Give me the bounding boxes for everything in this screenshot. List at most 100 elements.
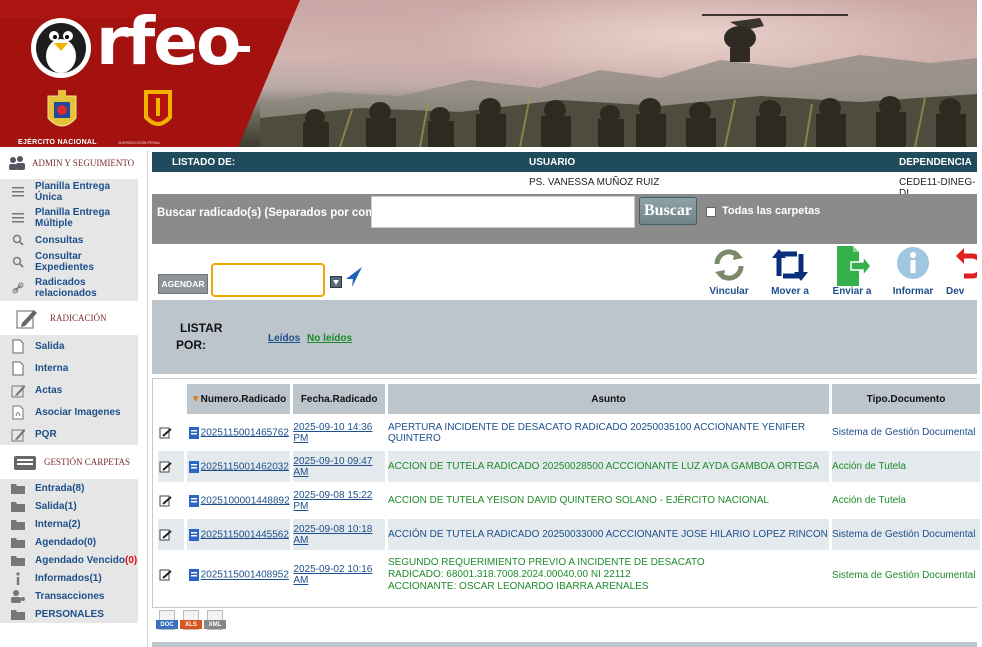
fecha-cell[interactable]: 2025-09-08 15:22 PM: [293, 485, 385, 516]
all-folders-checkbox[interactable]: [706, 207, 716, 217]
link-icon: [11, 281, 25, 295]
enviar-button[interactable]: Enviar a: [822, 244, 882, 300]
tipo-cell: Sistema de Gestión Documental: [832, 417, 980, 448]
fecha-column-header[interactable]: Fecha.Radicado: [293, 384, 385, 414]
sidebar-item-label: Consultar Expedientes: [35, 251, 94, 273]
sidebar-item-agendado[interactable]: Agendado(0): [0, 533, 138, 551]
numero-cell[interactable]: 2025115001445562: [186, 519, 291, 550]
numero-cell[interactable]: 2025115001465762: [186, 417, 291, 448]
sidebar-item-planilla-multiple[interactable]: Planilla Entrega Múltiple: [0, 205, 138, 231]
filter-leidos-link[interactable]: Leídos: [268, 333, 300, 344]
listar-filter-bar: LISTAR POR: Leídos No leídos: [152, 300, 977, 374]
header-banner: rfeo EJÉRCITO NACIONAL JURISDICCIÓN PENA…: [0, 0, 977, 147]
section-radicacion-header[interactable]: RADICACIÓN: [0, 301, 138, 335]
table-row[interactable]: 2025115001465762 2025-09-10 14:36 PM APE…: [158, 417, 980, 448]
numero-cell[interactable]: 2025100001448892: [186, 485, 291, 516]
agendar-button[interactable]: AGENDAR: [158, 274, 208, 294]
row-check-cell[interactable]: [158, 451, 184, 482]
sidebar-item-actas[interactable]: Actas: [0, 379, 138, 401]
sidebar-item-agendado-vencido[interactable]: Agendado Vencido(0): [0, 551, 138, 569]
sidebar-item-interna[interactable]: Interna: [0, 357, 138, 379]
asunto-cell[interactable]: ACCION DE TUTELA RADICADO 20250028500 AC…: [387, 451, 830, 482]
numero-cell[interactable]: 2025115001408952: [186, 553, 291, 597]
sidebar-item-salida-folder[interactable]: Salida(1): [0, 497, 138, 515]
export-doc-label: DOC: [156, 620, 178, 629]
search-button[interactable]: Buscar: [639, 197, 697, 225]
numero-link[interactable]: 2025115001408952: [201, 570, 289, 581]
tipo-column-header[interactable]: Tipo.Documento: [832, 384, 980, 414]
sidebar-item-planilla-unica[interactable]: Planilla Entrega Única: [0, 179, 138, 205]
devolver-button[interactable]: Dev: [938, 244, 977, 300]
asunto-cell[interactable]: APERTURA INCIDENTE DE DESACATO RADICADO …: [387, 417, 830, 448]
sidebar-item-label: Agendado Vencido(0): [35, 555, 137, 566]
sidebar-item-label: Agendado(0): [35, 536, 97, 548]
fecha-link[interactable]: 2025-09-10 14:36 PM: [293, 422, 372, 444]
asunto-cell[interactable]: ACCIÓN DE TUTELA RADICADO 20250033000 AC…: [387, 519, 830, 550]
table-row[interactable]: 2025115001445562 2025-09-08 10:18 AM ACC…: [158, 519, 980, 550]
bottom-strip: [152, 642, 977, 647]
agendado-vencido-label: Agendado Vencido: [35, 554, 126, 566]
export-doc-button[interactable]: DOC: [156, 610, 178, 634]
mover-button[interactable]: Mover a: [760, 244, 820, 300]
info-icon: [897, 247, 929, 279]
sidebar-item-interna-folder[interactable]: Interna(2): [0, 515, 138, 533]
row-check-cell[interactable]: [158, 519, 184, 550]
fecha-cell[interactable]: 2025-09-10 14:36 PM: [293, 417, 385, 448]
sort-down-icon: ▼: [190, 393, 201, 405]
sidebar-item-consultas[interactable]: Consultas: [0, 231, 138, 249]
numero-link[interactable]: 2025115001462032: [201, 461, 289, 472]
asunto-column-header[interactable]: Asunto: [387, 384, 830, 414]
sidebar-item-salida[interactable]: Salida: [0, 335, 138, 357]
section-gestion-header[interactable]: GESTIÓN CARPETAS: [0, 445, 138, 479]
fecha-cell[interactable]: 2025-09-08 10:18 AM: [293, 519, 385, 550]
fecha-link[interactable]: 2025-09-02 10:16 AM: [293, 564, 372, 586]
sidebar-item-informados[interactable]: Informados(1): [0, 569, 138, 587]
section-admin-title: ADMIN Y SEGUIMIENTO: [32, 158, 135, 168]
fecha-link[interactable]: 2025-09-08 15:22 PM: [293, 490, 372, 512]
sidebar-item-pqr[interactable]: PQR: [0, 423, 138, 445]
sidebar-item-entrada[interactable]: Entrada(8): [0, 479, 138, 497]
row-check-cell[interactable]: [158, 417, 184, 448]
sidebar-item-personales[interactable]: PERSONALES: [0, 605, 138, 623]
folder-icon: [11, 517, 25, 531]
fecha-cell[interactable]: 2025-09-10 09:47 AM: [293, 451, 385, 482]
sidebar-item-radicados-relacionados[interactable]: Radicados relacionados: [0, 275, 138, 301]
table-row[interactable]: 2025100001448892 2025-09-08 15:22 PM ACC…: [158, 485, 980, 516]
listing-header-row: LISTADO DE: USUARIO DEPENDENCIA: [152, 152, 977, 172]
send-file-icon: [837, 246, 871, 286]
sidebar-item-transacciones[interactable]: Transacciones: [0, 587, 138, 605]
asunto-cell[interactable]: ACCION DE TUTELA YEISON DAVID QUINTERO S…: [387, 485, 830, 516]
informar-label: Informar: [892, 286, 934, 297]
table-row[interactable]: 2025115001408952 2025-09-02 10:16 AM SEG…: [158, 553, 980, 597]
edit-note-icon: [159, 461, 172, 472]
edit-note-icon: [159, 495, 172, 506]
sidebar-item-asociar-imagenes[interactable]: Asociar Imagenes: [0, 401, 138, 423]
filter-no-leidos-link[interactable]: No leídos: [307, 333, 352, 344]
send-arrow-icon[interactable]: [344, 266, 364, 288]
helicopter-image: [702, 14, 848, 62]
document-icon: [188, 426, 199, 439]
sidebar-item-consultar-expedientes[interactable]: Consultar Expedientes: [0, 249, 138, 275]
export-xls-button[interactable]: XLS: [180, 610, 202, 634]
sidebar-item-label: Planilla Entrega Múltiple: [35, 207, 111, 229]
fecha-link[interactable]: 2025-09-08 10:18 AM: [293, 524, 372, 546]
numero-link[interactable]: 2025115001465762: [201, 427, 289, 438]
row-check-cell[interactable]: [158, 485, 184, 516]
export-xml-button[interactable]: XML: [204, 610, 226, 634]
fecha-link[interactable]: 2025-09-10 09:47 AM: [293, 456, 372, 478]
section-admin-header[interactable]: ADMIN Y SEGUIMIENTO: [0, 147, 138, 179]
agendar-dropdown-icon[interactable]: [330, 276, 342, 288]
fecha-cell[interactable]: 2025-09-02 10:16 AM: [293, 553, 385, 597]
vincular-button[interactable]: Vincular: [699, 244, 759, 300]
search-input[interactable]: [371, 196, 635, 228]
numero-column-header[interactable]: ▼Numero.Radicado: [186, 384, 291, 414]
agendar-date-input[interactable]: [211, 263, 325, 297]
numero-link[interactable]: 2025115001445562: [201, 529, 289, 540]
numero-cell[interactable]: 2025115001462032: [186, 451, 291, 482]
informar-button[interactable]: Informar: [883, 244, 943, 300]
asunto-cell[interactable]: SEGUNDO REQUERIMIENTO PREVIO A INCIDENTE…: [387, 553, 830, 597]
numero-link[interactable]: 2025100001448892: [201, 495, 290, 506]
row-check-cell[interactable]: [158, 553, 184, 597]
table-row[interactable]: 2025115001462032 2025-09-10 09:47 AM ACC…: [158, 451, 980, 482]
tipo-cell: Acción de Tutela: [832, 451, 980, 482]
